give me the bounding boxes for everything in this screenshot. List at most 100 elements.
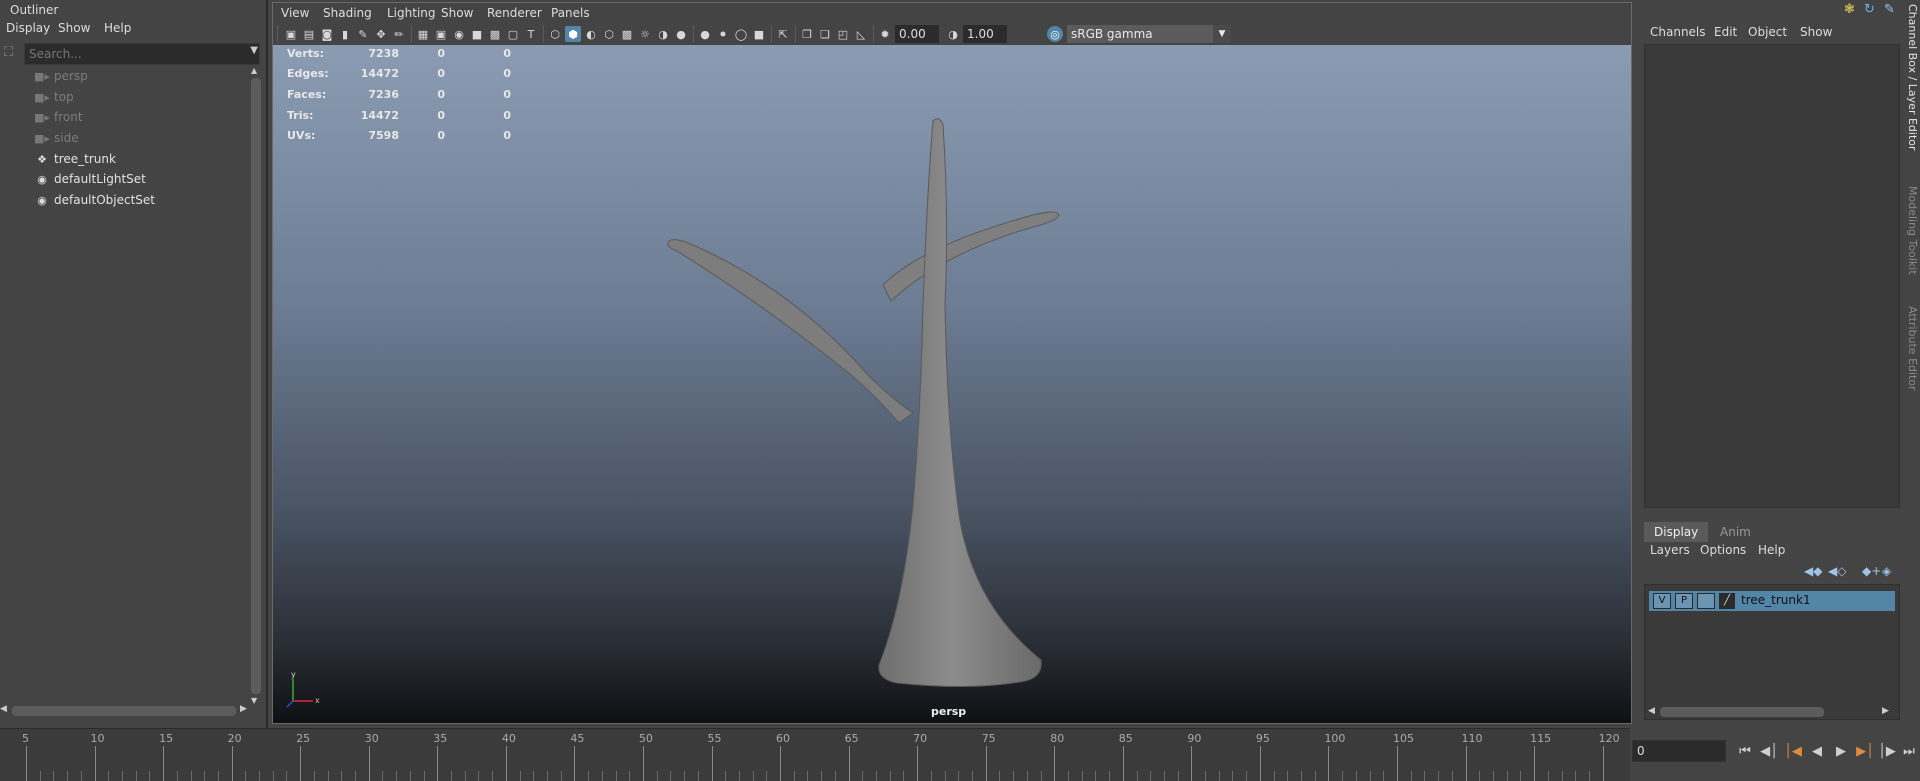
gate-mask-icon[interactable]: ■ xyxy=(469,26,485,42)
outliner-horizontal-scrollbar[interactable]: ◀ ▶ xyxy=(0,704,248,718)
bookmarks-icon[interactable]: ◙ xyxy=(319,26,335,42)
options-menu[interactable]: Options xyxy=(1700,543,1746,557)
layers-menu[interactable]: Layers xyxy=(1650,543,1690,557)
camera-attributes-icon[interactable]: ▤ xyxy=(301,26,317,42)
scroll-left-icon[interactable]: ◀ xyxy=(0,704,7,714)
isolate-select-icon[interactable]: ⇱ xyxy=(775,26,791,42)
wireframe-icon[interactable]: ⬡ xyxy=(547,26,563,42)
show-menu[interactable]: Show xyxy=(1800,25,1832,39)
layer-color-swatch[interactable]: ╱ xyxy=(1719,593,1735,609)
viewport-menu-renderer[interactable]: Renderer xyxy=(487,6,542,20)
outliner-item-side[interactable]: ■▸ side xyxy=(34,129,79,147)
safe-action-icon[interactable]: ▢ xyxy=(505,26,521,42)
chevron-down-icon[interactable]: ▼ xyxy=(1213,25,1231,43)
depth-of-field-icon[interactable]: ◯ xyxy=(733,26,749,42)
pencil-icon[interactable]: ✏ xyxy=(391,26,407,42)
layer-display-type-toggle[interactable] xyxy=(1697,593,1715,609)
outliner-menu-show[interactable]: Show xyxy=(58,21,90,35)
scroll-right-icon[interactable]: ▶ xyxy=(240,704,247,714)
play-forwards-icon[interactable]: ▶ xyxy=(1830,740,1852,762)
layer-name[interactable]: tree_trunk1 xyxy=(1741,593,1811,607)
gamma-field[interactable]: 1.00 xyxy=(963,25,1007,43)
scroll-left-icon[interactable]: ◀ xyxy=(1648,706,1655,716)
viewport-menu-show[interactable]: Show xyxy=(441,6,473,20)
scroll-down-icon[interactable]: ▼ xyxy=(251,696,257,705)
tab-channel-box-layer-editor[interactable]: Channel Box / Layer Editor xyxy=(1906,4,1919,151)
xray-icon[interactable]: ■ xyxy=(751,26,767,42)
xray-joints-icon[interactable]: ❐ xyxy=(799,26,815,42)
use-all-lights-icon[interactable]: ☼ xyxy=(637,26,653,42)
exposure-field[interactable]: 0.00 xyxy=(895,25,939,43)
current-frame-field[interactable] xyxy=(1632,740,1726,762)
scroll-right-icon[interactable]: ▶ xyxy=(1882,706,1889,716)
3d-scene[interactable]: Verts: 7238 0 0 Edges: 14472 0 0 Faces: … xyxy=(273,45,1631,723)
step-back-frame-icon[interactable]: ◀│ xyxy=(1758,740,1780,762)
outliner-item-persp[interactable]: ■▸ persp xyxy=(34,67,88,85)
move-layer-down-icon[interactable]: ◀◇ xyxy=(1828,564,1846,578)
viewport-menu-panels[interactable]: Panels xyxy=(551,6,590,20)
step-forward-frame-icon[interactable]: │▶ xyxy=(1876,740,1898,762)
search-dropdown-icon[interactable]: ▼ xyxy=(250,45,258,56)
channel-box-area[interactable] xyxy=(1644,44,1900,508)
tree-trunk-model[interactable] xyxy=(273,45,1631,723)
ambient-occlusion-icon[interactable]: ● xyxy=(673,26,689,42)
layer-row[interactable]: V P ╱ tree_trunk1 xyxy=(1649,591,1895,611)
exposure-icon[interactable]: ✹ xyxy=(877,26,893,42)
smooth-wireframe-icon[interactable]: ◺ xyxy=(853,26,869,42)
viewport-menu-lighting[interactable]: Lighting xyxy=(387,6,436,20)
smooth-shade-icon[interactable]: ⬢ xyxy=(565,26,581,42)
image-plane-icon[interactable]: ▮ xyxy=(337,26,353,42)
scroll-up-icon[interactable]: ▲ xyxy=(251,66,257,75)
pen-icon[interactable]: ✎ xyxy=(1884,2,1895,17)
gamma-icon[interactable]: ◑ xyxy=(945,26,961,42)
outliner-search-input[interactable] xyxy=(24,43,260,65)
outliner-item-top[interactable]: ■▸ top xyxy=(34,88,74,106)
xray-active-icon[interactable]: ❏ xyxy=(817,26,833,42)
new-layer-selected-icon[interactable]: ◈ xyxy=(1882,564,1891,578)
select-camera-icon[interactable]: ▣ xyxy=(283,26,299,42)
channels-menu[interactable]: Channels xyxy=(1650,25,1706,39)
scrollbar-thumb[interactable] xyxy=(12,706,236,716)
help-menu[interactable]: Help xyxy=(1758,543,1785,557)
time-slider[interactable]: 5 10 15 20 25 30 35 40 45 50 55 60 65 70 75 80 85 90 95 100… xyxy=(0,728,1630,781)
wireframe-on-shaded-icon[interactable]: ⬡ xyxy=(601,26,617,42)
outliner-menu-display[interactable]: Display xyxy=(6,21,50,35)
scrollbar-thumb[interactable] xyxy=(1660,707,1824,717)
safe-title-icon[interactable]: T xyxy=(523,26,539,42)
textured-icon[interactable]: ▩ xyxy=(619,26,635,42)
move-layer-up-icon[interactable]: ◀◆ xyxy=(1804,564,1822,578)
outliner-item-tree-trunk[interactable]: ❖ tree_trunk xyxy=(34,150,116,168)
edit-menu[interactable]: Edit xyxy=(1714,25,1737,39)
outliner-menu-help[interactable]: Help xyxy=(104,21,131,35)
viewport-menu-shading[interactable]: Shading xyxy=(323,6,372,20)
new-layer-icon[interactable]: ◆+ xyxy=(1862,564,1881,578)
resolution-gate-icon[interactable]: ◉ xyxy=(451,26,467,42)
axis-gizmo-icon[interactable]: ❃ xyxy=(1844,2,1855,17)
view-transform-select[interactable]: sRGB gamma ▼ xyxy=(1067,25,1231,43)
go-to-start-icon[interactable]: ⏮ xyxy=(1734,740,1756,762)
layer-visibility-toggle[interactable]: V xyxy=(1653,593,1671,609)
filter-icon[interactable]: ⛶ xyxy=(4,45,20,61)
outliner-item-defaultlightset[interactable]: ◉ defaultLightSet xyxy=(34,170,146,188)
tab-anim[interactable]: Anim xyxy=(1710,522,1761,542)
refresh-icon[interactable]: ↻ xyxy=(1864,2,1875,17)
tab-modeling-toolkit[interactable]: Modeling Toolkit xyxy=(1906,186,1919,275)
backface-culling-icon[interactable]: ◰ xyxy=(835,26,851,42)
tab-display[interactable]: Display xyxy=(1644,522,1709,542)
2d-pan-zoom-icon[interactable]: ✥ xyxy=(373,26,389,42)
motion-blur-icon[interactable]: ● xyxy=(697,26,713,42)
multisample-icon[interactable]: ⚫ xyxy=(715,26,731,42)
viewport-menu-view[interactable]: View xyxy=(281,6,309,20)
outliner-item-defaultobjectset[interactable]: ◉ defaultObjectSet xyxy=(34,191,155,209)
default-material-icon[interactable]: ◐ xyxy=(583,26,599,42)
layer-horizontal-scrollbar[interactable]: ◀ ▶ xyxy=(1648,706,1892,718)
film-gate-icon[interactable]: ▣ xyxy=(433,26,449,42)
color-management-icon[interactable]: ◎ xyxy=(1047,26,1063,42)
scrollbar-thumb[interactable] xyxy=(251,78,261,694)
grid-icon[interactable]: ▦ xyxy=(415,26,431,42)
step-forward-key-icon[interactable]: ▶│ xyxy=(1854,740,1876,762)
outliner-vertical-scrollbar[interactable]: ▲ ▼ xyxy=(250,66,262,706)
outliner-item-front[interactable]: ■▸ front xyxy=(34,108,83,126)
field-chart-icon[interactable]: ▩ xyxy=(487,26,503,42)
layer-playback-toggle[interactable]: P xyxy=(1675,593,1693,609)
